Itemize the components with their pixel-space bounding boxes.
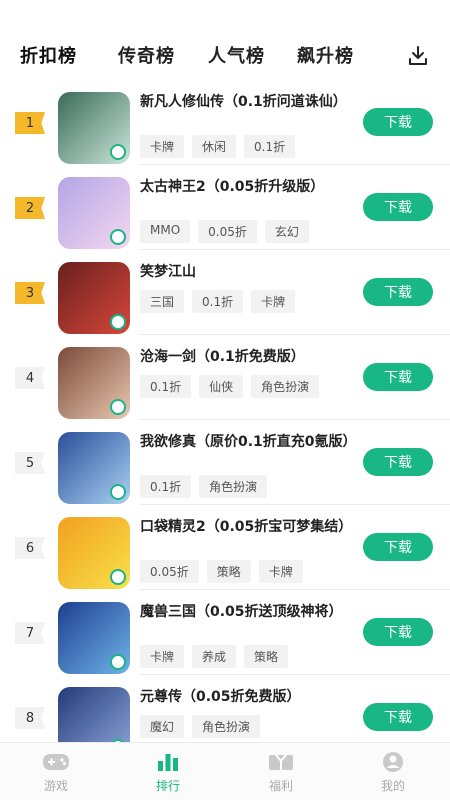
- game-title: 元尊传（0.05折免费版）: [140, 689, 301, 705]
- ranking-list: 1 新凡人修仙传（0.1折问道诛仙） 卡牌 休闲 0.1折 下载 2 太古神王2…: [0, 80, 450, 760]
- nav-label: 排行: [155, 779, 180, 793]
- rank-badge: 4: [15, 367, 45, 389]
- tag: 0.1折: [140, 375, 192, 398]
- game-title: 新凡人修仙传（0.1折问道诛仙）: [140, 94, 347, 110]
- list-item[interactable]: 1 新凡人修仙传（0.1折问道诛仙） 卡牌 休闲 0.1折 下载: [0, 80, 450, 165]
- list-item[interactable]: 6 口袋精灵2（0.05折宝可梦集结） 0.05折 策略 卡牌 下载: [0, 505, 450, 590]
- nav-label: 我的: [380, 779, 405, 793]
- nav-label: 福利: [268, 779, 293, 793]
- rank-badge: 1: [15, 112, 45, 134]
- tag: 0.05折: [198, 220, 257, 243]
- rank-badge: 8: [15, 707, 45, 729]
- rank-badge: 2: [15, 197, 45, 219]
- list-item[interactable]: 3 笑梦江山 三国 0.1折 卡牌 下载: [0, 250, 450, 335]
- tag: 角色扮演: [192, 715, 261, 738]
- tag-list: 0.1折 仙侠 角色扮演: [140, 375, 320, 398]
- nav-ranking[interactable]: 排行: [128, 751, 208, 794]
- tag: 策略: [206, 560, 251, 583]
- game-title: 口袋精灵2（0.05折宝可梦集结）: [140, 519, 353, 535]
- list-item[interactable]: 7 魔兽三国（0.05折送顶级神将） 卡牌 养成 策略 下载: [0, 590, 450, 675]
- bottom-nav: 游戏 排行 福利 我的: [0, 742, 450, 800]
- tag: 0.1折: [140, 475, 192, 498]
- game-title: 我欲修真（原价0.1折直充0氪版）: [140, 434, 357, 450]
- verified-icon: [110, 229, 126, 245]
- tag: 卡牌: [140, 135, 185, 158]
- nav-games[interactable]: 游戏: [16, 751, 96, 794]
- tag: 仙侠: [199, 375, 244, 398]
- user-icon: [383, 752, 403, 772]
- tag-list: 0.1折 角色扮演: [140, 475, 268, 498]
- verified-icon: [110, 144, 126, 160]
- tag: 策略: [244, 645, 289, 668]
- tag-list: 魔幻 角色扮演: [140, 715, 261, 738]
- nav-me[interactable]: 我的: [353, 751, 433, 794]
- tag: 休闲: [192, 135, 237, 158]
- tag: 卡牌: [140, 645, 185, 668]
- top-tab-bar: 折扣榜 传奇榜 人气榜 飙升榜: [0, 38, 450, 78]
- tag: 三国: [140, 290, 185, 313]
- tab-rising[interactable]: 飙升榜: [297, 42, 354, 68]
- verified-icon: [110, 314, 126, 330]
- tab-popular[interactable]: 人气榜: [208, 42, 265, 68]
- tag-list: MMO 0.05折 玄幻: [140, 220, 309, 243]
- tag-list: 卡牌 休闲 0.1折: [140, 135, 296, 158]
- tag: 养成: [192, 645, 237, 668]
- tag: 0.1折: [192, 290, 244, 313]
- verified-icon: [110, 399, 126, 415]
- verified-icon: [110, 484, 126, 500]
- game-title: 沧海一剑（0.1折免费版）: [140, 349, 305, 365]
- tag-list: 0.05折 策略 卡牌: [140, 560, 303, 583]
- game-title: 魔兽三国（0.05折送顶级神将）: [140, 604, 343, 620]
- list-item[interactable]: 2 太古神王2（0.05折升级版） MMO 0.05折 玄幻 下载: [0, 165, 450, 250]
- download-button[interactable]: 下载: [363, 278, 433, 306]
- rank-badge: 7: [15, 622, 45, 644]
- tag: MMO: [140, 220, 191, 243]
- tab-label: 传奇榜: [118, 46, 175, 67]
- tag: 0.05折: [140, 560, 199, 583]
- tag: 角色扮演: [199, 475, 268, 498]
- nav-label: 游戏: [43, 779, 68, 793]
- download-button[interactable]: 下载: [363, 193, 433, 221]
- rank-badge: 3: [15, 282, 45, 304]
- tag: 玄幻: [264, 220, 309, 243]
- verified-icon: [110, 654, 126, 670]
- gamepad-icon: [43, 754, 69, 770]
- tag: 0.1折: [244, 135, 296, 158]
- download-button[interactable]: 下载: [363, 448, 433, 476]
- game-title: 太古神王2（0.05折升级版）: [140, 179, 325, 195]
- tab-label: 人气榜: [208, 46, 265, 67]
- game-icon[interactable]: [58, 602, 130, 674]
- tab-label: 飙升榜: [297, 46, 354, 67]
- tag: 魔幻: [140, 715, 185, 738]
- game-icon[interactable]: [58, 92, 130, 164]
- ranking-icon: [158, 754, 178, 771]
- download-button[interactable]: 下载: [363, 363, 433, 391]
- nav-welfare[interactable]: 福利: [241, 751, 321, 794]
- game-icon[interactable]: [58, 262, 130, 334]
- rank-badge: 6: [15, 537, 45, 559]
- game-icon[interactable]: [58, 432, 130, 504]
- tag-list: 三国 0.1折 卡牌: [140, 290, 296, 313]
- rank-badge: 5: [15, 452, 45, 474]
- game-icon[interactable]: [58, 177, 130, 249]
- tag: 角色扮演: [251, 375, 320, 398]
- tag-list: 卡牌 养成 策略: [140, 645, 289, 668]
- download-button[interactable]: 下载: [363, 108, 433, 136]
- tag: 卡牌: [251, 290, 296, 313]
- list-item[interactable]: 5 我欲修真（原价0.1折直充0氪版） 0.1折 角色扮演 下载: [0, 420, 450, 505]
- verified-icon: [110, 569, 126, 585]
- game-title: 笑梦江山: [140, 264, 196, 280]
- list-item[interactable]: 4 沧海一剑（0.1折免费版） 0.1折 仙侠 角色扮演 下载: [0, 335, 450, 420]
- game-icon[interactable]: [58, 347, 130, 419]
- game-icon[interactable]: [58, 517, 130, 589]
- tag: 卡牌: [258, 560, 303, 583]
- download-button[interactable]: 下载: [363, 533, 433, 561]
- tab-discount[interactable]: 折扣榜: [20, 42, 77, 68]
- gift-icon: [269, 754, 293, 770]
- download-button[interactable]: 下载: [363, 703, 433, 731]
- tab-legend[interactable]: 传奇榜: [118, 42, 175, 68]
- tab-label: 折扣榜: [20, 46, 77, 67]
- download-button[interactable]: 下载: [363, 618, 433, 646]
- download-icon[interactable]: [406, 44, 430, 68]
